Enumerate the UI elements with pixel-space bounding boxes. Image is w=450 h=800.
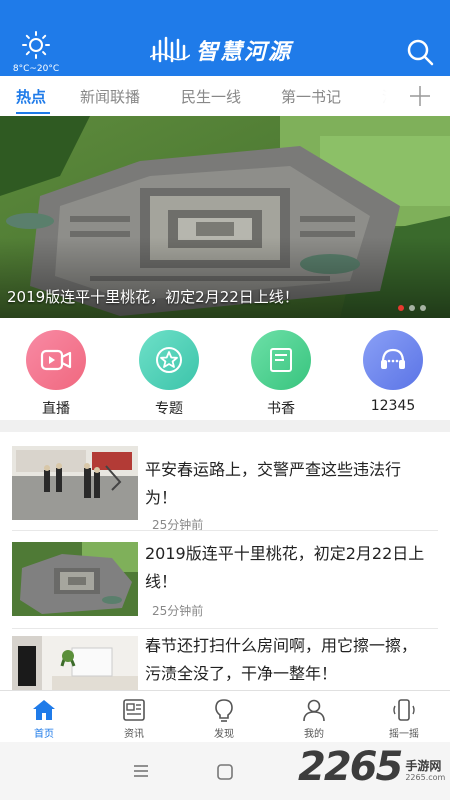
channel-tabs: 热点 新闻联播 民生一线 第一书记 河 bbox=[0, 76, 450, 116]
app-header: 8°C~20°C 智慧河源 bbox=[0, 0, 450, 76]
nav-label: 资讯 bbox=[124, 729, 144, 740]
tab-news-broadcast[interactable]: 新闻联播 bbox=[80, 86, 140, 107]
logo-wave-icon bbox=[150, 36, 190, 63]
nav-label: 我的 bbox=[304, 729, 324, 740]
watermark-number: 2265 bbox=[298, 744, 403, 790]
video-camera-icon bbox=[26, 330, 86, 390]
plus-icon[interactable] bbox=[402, 80, 438, 112]
quick-entry-label: 直播 bbox=[42, 401, 70, 417]
sun-icon bbox=[22, 31, 50, 59]
news-title: 平安春运路上，交警严查这些违法行为！ bbox=[145, 460, 402, 507]
user-icon bbox=[303, 699, 325, 722]
app-title: 智慧河源 bbox=[196, 40, 293, 65]
watermark-cn: 手游网 bbox=[405, 759, 442, 773]
newspaper-icon bbox=[123, 699, 145, 721]
bottom-navigation: 首页 资讯 发现 我的 摇一摇 bbox=[0, 690, 450, 742]
nav-label: 首页 bbox=[34, 729, 54, 740]
home-icon bbox=[33, 700, 55, 720]
nav-shake[interactable]: 摇一摇 bbox=[374, 697, 434, 740]
quick-entry-live[interactable]: 直播 bbox=[16, 330, 96, 418]
divider bbox=[12, 530, 438, 531]
watermark-en: 2265.com bbox=[405, 773, 446, 782]
home-square-icon[interactable] bbox=[216, 764, 234, 780]
news-thumbnail bbox=[12, 446, 138, 520]
nav-news[interactable]: 资讯 bbox=[104, 697, 164, 740]
book-icon bbox=[251, 330, 311, 390]
active-tab-indicator bbox=[16, 112, 50, 114]
nav-label: 发现 bbox=[214, 729, 234, 740]
lightbulb-icon bbox=[215, 699, 233, 722]
carousel-dot[interactable] bbox=[398, 305, 404, 311]
list-item[interactable]: 平安春运路上，交警严查这些违法行为！ 25分钟前 bbox=[0, 444, 450, 542]
banner-caption: 2019版连平十里桃花，初定2月22日上线！ bbox=[7, 288, 299, 306]
news-title: 2019版连平十里桃花，初定2月22日上线！ bbox=[145, 544, 425, 591]
quick-entry-label: 12345 bbox=[370, 398, 416, 414]
quick-entry-hotline[interactable]: 12345 bbox=[353, 330, 433, 414]
news-list: 平安春运路上，交警严查这些违法行为！ 25分钟前 2019版连平十里桃花，初定2… bbox=[0, 432, 450, 690]
app-logo: 智慧河源 bbox=[150, 34, 292, 66]
watermark: 2265 手游网 2265.com bbox=[298, 745, 445, 789]
star-icon bbox=[139, 330, 199, 390]
menu-icon[interactable] bbox=[132, 764, 150, 778]
list-item[interactable]: 2019版连平十里桃花，初定2月22日上线！ 25分钟前 bbox=[0, 532, 450, 630]
nav-discover[interactable]: 发现 bbox=[194, 697, 254, 740]
weather-temperature: 8°C~20°C bbox=[12, 64, 60, 74]
news-title: 春节还打扫什么房间啊，用它擦一擦，污渍全没了，干净一整年！ bbox=[145, 636, 418, 683]
divider bbox=[12, 628, 438, 629]
tab-first-secretary[interactable]: 第一书记 bbox=[281, 86, 341, 107]
quick-entry-topics[interactable]: 专题 bbox=[129, 330, 209, 418]
news-time: 25分钟前 bbox=[152, 604, 204, 618]
tab-livelihood[interactable]: 民生一线 bbox=[181, 86, 241, 107]
shake-phone-icon bbox=[393, 699, 415, 721]
search-icon[interactable] bbox=[404, 36, 436, 68]
tab-hot[interactable]: 热点 bbox=[16, 86, 46, 107]
quick-entry-label: 书香 bbox=[267, 401, 295, 417]
quick-entry-reading[interactable]: 书香 bbox=[241, 330, 321, 418]
banner-carousel[interactable]: 2019版连平十里桃花，初定2月22日上线！ bbox=[0, 116, 450, 318]
carousel-dot[interactable] bbox=[409, 305, 415, 311]
nav-mine[interactable]: 我的 bbox=[284, 697, 344, 740]
headset-icon bbox=[363, 330, 423, 390]
nav-home[interactable]: 首页 bbox=[14, 697, 74, 740]
carousel-dot[interactable] bbox=[420, 305, 426, 311]
news-thumbnail bbox=[12, 636, 138, 690]
list-item[interactable]: 春节还打扫什么房间啊，用它擦一擦，污渍全没了，干净一整年！ bbox=[0, 630, 450, 690]
tab-fade-overlay bbox=[352, 76, 402, 116]
quick-entries: 直播 专题 书香 12345 bbox=[0, 318, 450, 420]
weather-widget[interactable]: 8°C~20°C bbox=[8, 30, 64, 75]
nav-label: 摇一摇 bbox=[389, 729, 419, 740]
news-thumbnail bbox=[12, 542, 138, 616]
quick-entry-label: 专题 bbox=[155, 401, 183, 417]
carousel-dots bbox=[398, 305, 426, 311]
